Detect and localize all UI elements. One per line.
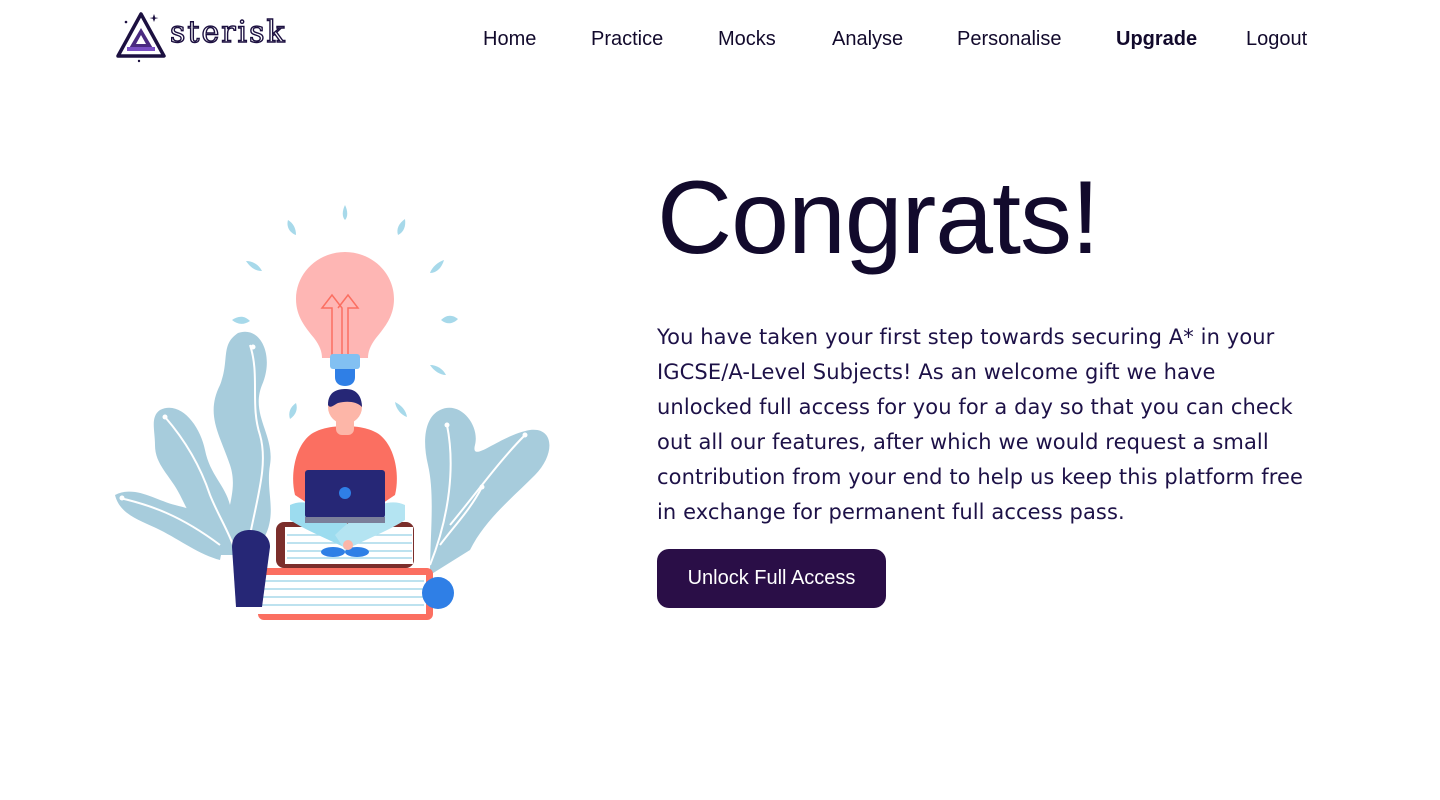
- main-content: Congrats! You have taken your first step…: [657, 160, 1327, 530]
- header: sterisk Home Practice Mocks Analyse Pers…: [0, 0, 1440, 80]
- nav-analyse[interactable]: Analyse: [832, 28, 903, 51]
- welcome-message: You have taken your first step towards s…: [657, 325, 1304, 524]
- nav-logout[interactable]: Logout: [1246, 28, 1307, 51]
- hero-illustration: [110, 195, 560, 625]
- unlock-full-access-button[interactable]: Unlock Full Access: [657, 549, 886, 608]
- page-title: Congrats!: [657, 160, 1100, 276]
- nav-personalise[interactable]: Personalise: [957, 28, 1062, 51]
- student-with-lightbulb-illustration-icon: [115, 205, 550, 620]
- nav-home[interactable]: Home: [483, 28, 536, 51]
- nav-mocks[interactable]: Mocks: [718, 28, 776, 51]
- nav-practice[interactable]: Practice: [591, 28, 663, 51]
- main-nav: Home Practice Mocks Analyse Personalise …: [0, 28, 1440, 56]
- nav-upgrade[interactable]: Upgrade: [1116, 28, 1197, 51]
